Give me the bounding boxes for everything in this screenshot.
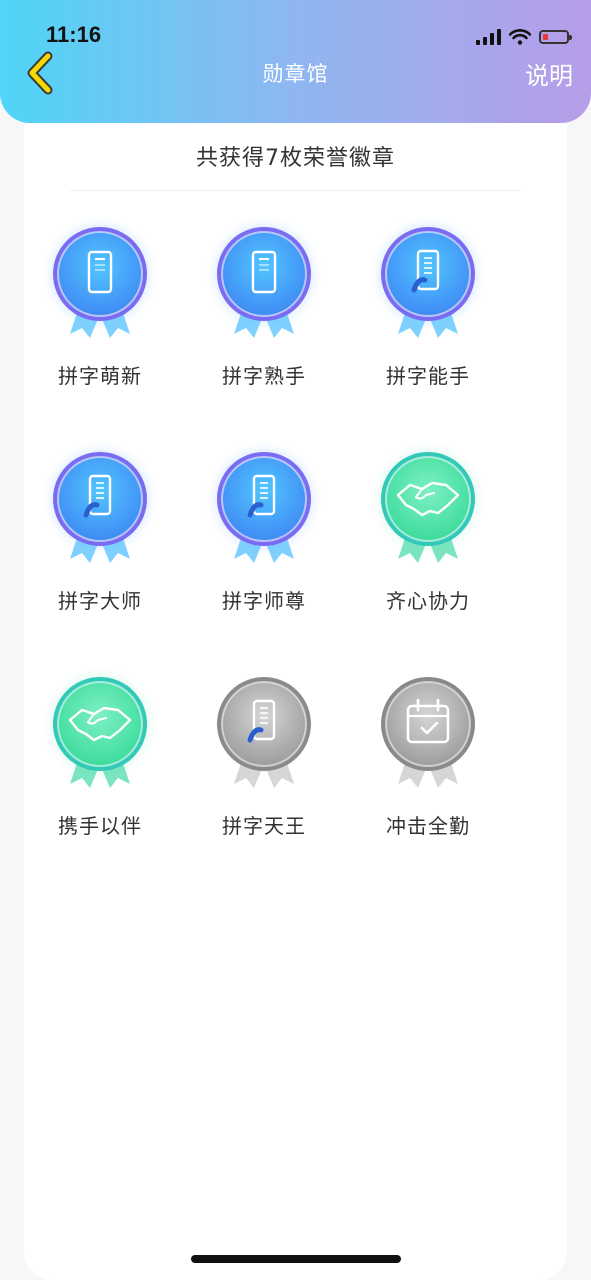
badge-medal bbox=[40, 439, 160, 563]
signal-icon bbox=[476, 29, 501, 45]
badge-name: 拼字天王 bbox=[222, 814, 306, 838]
badge-medal bbox=[40, 214, 160, 338]
divider bbox=[70, 190, 521, 191]
badge-name: 冲击全勤 bbox=[386, 814, 470, 838]
screen: 11:16 勋章馆 说明 共获得7枚荣誉徽章 拼字萌新 拼字熟手 拼字能手 拼字… bbox=[0, 0, 591, 1280]
badge-item[interactable]: 齐心协力 bbox=[346, 439, 510, 639]
home-indicator[interactable] bbox=[191, 1255, 401, 1263]
badge-medal bbox=[368, 664, 488, 788]
badge-medal bbox=[368, 439, 488, 563]
badge-item[interactable]: 拼字大师 bbox=[18, 439, 182, 639]
badge-medal bbox=[204, 664, 324, 788]
badge-medal bbox=[204, 214, 324, 338]
badge-item[interactable]: 拼字萌新 bbox=[18, 214, 182, 414]
status-icons bbox=[476, 26, 572, 48]
badge-card: 共获得7枚荣誉徽章 拼字萌新 拼字熟手 拼字能手 拼字大师 拼字师尊 齐心协力 … bbox=[24, 100, 567, 1280]
badge-item[interactable]: 拼字天王 bbox=[182, 664, 346, 864]
badge-item[interactable]: 拼字熟手 bbox=[182, 214, 346, 414]
explain-button[interactable]: 说明 bbox=[525, 56, 573, 91]
battery-icon bbox=[539, 30, 572, 44]
badge-name: 携手以伴 bbox=[58, 814, 142, 838]
badge-name: 拼字师尊 bbox=[222, 589, 306, 613]
badge-name: 拼字萌新 bbox=[58, 364, 142, 388]
badge-medal bbox=[368, 214, 488, 338]
badge-name: 拼字大师 bbox=[58, 589, 142, 613]
badge-name: 拼字熟手 bbox=[222, 364, 306, 388]
badge-item[interactable]: 拼字师尊 bbox=[182, 439, 346, 639]
wifi-icon bbox=[509, 29, 531, 45]
badge-item[interactable]: 携手以伴 bbox=[18, 664, 182, 864]
badge-name: 拼字能手 bbox=[386, 364, 470, 388]
badge-name: 齐心协力 bbox=[386, 589, 470, 613]
page-title: 勋章馆 bbox=[262, 62, 329, 86]
badge-medal bbox=[204, 439, 324, 563]
badge-item[interactable]: 拼字能手 bbox=[346, 214, 510, 414]
badge-summary: 共获得7枚荣誉徽章 bbox=[196, 146, 395, 171]
status-time: 11:16 bbox=[46, 22, 102, 47]
badge-item[interactable]: 冲击全勤 bbox=[346, 664, 510, 864]
badge-medal bbox=[40, 664, 160, 788]
header-bar: 11:16 勋章馆 说明 bbox=[0, 0, 591, 123]
